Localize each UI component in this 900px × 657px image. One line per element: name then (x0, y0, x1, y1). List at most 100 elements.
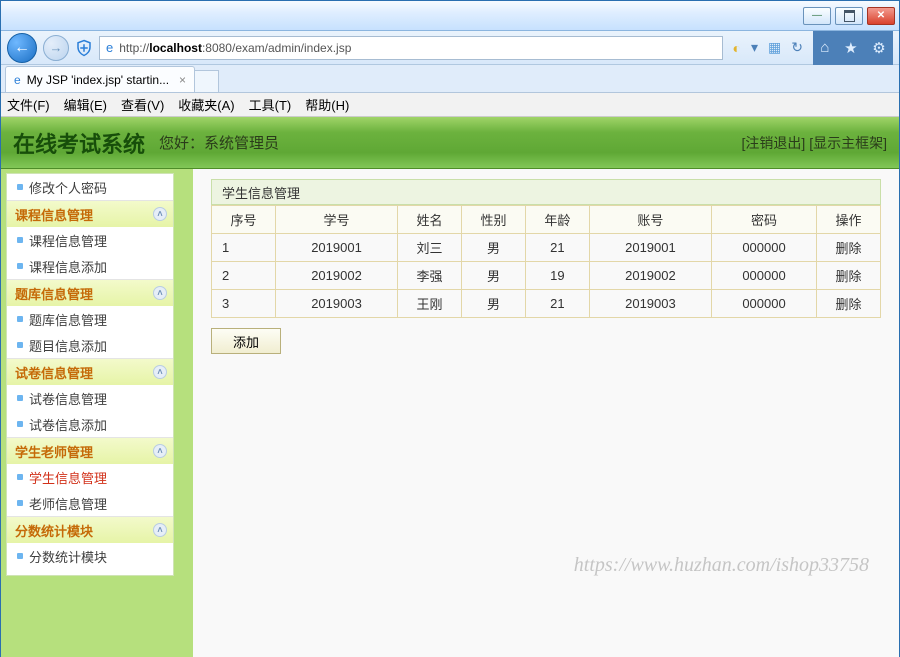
sidebar-group-head[interactable]: 分数统计模块˄ (7, 517, 173, 543)
refresh-icon[interactable]: ↻ (791, 39, 803, 56)
ie-icon: e (106, 40, 113, 55)
table-row: 32019003王刚男212019003000000删除 (212, 290, 881, 318)
tab-strip: e My JSP 'index.jsp' startin... × (1, 65, 899, 93)
tab-close-icon[interactable]: × (179, 73, 186, 87)
favorites-icon[interactable]: ★ (844, 39, 857, 57)
close-button[interactable]: ✕ (867, 7, 895, 25)
app-title: 在线考试系统 (13, 127, 145, 159)
table-cell: 21 (525, 290, 589, 318)
delete-link[interactable]: 删除 (836, 297, 862, 312)
forward-button[interactable]: → (43, 35, 69, 61)
arrow-left-icon: ← (14, 39, 30, 57)
table-header: 密码 (712, 206, 817, 234)
table-cell: 删除 (817, 262, 881, 290)
browser-menubar: 文件(F) 编辑(E) 查看(V) 收藏夹(A) 工具(T) 帮助(H) (1, 93, 899, 117)
tab-title: My JSP 'index.jsp' startin... (27, 73, 169, 87)
table-cell: 李强 (398, 262, 462, 290)
table-cell: 男 (462, 290, 526, 318)
logout-link[interactable]: [注销退出] (742, 135, 806, 151)
back-button[interactable]: ← (7, 33, 37, 63)
table-header: 操作 (817, 206, 881, 234)
table-row: 22019002李强男192019002000000删除 (212, 262, 881, 290)
header-right: [注销退出] [显示主框架] (742, 133, 887, 153)
address-bar[interactable]: e http://localhost:8080/exam/admin/index… (99, 36, 723, 60)
students-table: 序号学号姓名性别年龄账号密码操作 12019001刘三男212019001000… (211, 205, 881, 318)
sidebar-item[interactable]: 分数统计模块 (7, 543, 173, 569)
greeting-text: 您好：系统管理员 (159, 132, 279, 153)
table-row: 12019001刘三男212019001000000删除 (212, 234, 881, 262)
settings-gear-icon[interactable]: ⚙ (872, 39, 885, 57)
arrow-right-icon: → (50, 40, 63, 55)
table-cell: 2019001 (275, 234, 397, 262)
watermark: https://www.huzhan.com/ishop33758 (574, 554, 869, 577)
sidebar-item[interactable]: 学生信息管理 (7, 464, 173, 490)
table-cell: 删除 (817, 290, 881, 318)
sidebar-item[interactable]: 试卷信息管理 (7, 385, 173, 411)
minimize-button[interactable]: — (803, 7, 831, 25)
window-titlebar: — ✕ (1, 1, 899, 31)
menu-item[interactable]: 查看(V) (121, 95, 164, 114)
main-content: 学生信息管理 序号学号姓名性别年龄账号密码操作 12019001刘三男21201… (179, 169, 899, 657)
security-shield-icon[interactable] (75, 39, 93, 57)
table-header: 年龄 (525, 206, 589, 234)
table-header: 序号 (212, 206, 276, 234)
menu-item[interactable]: 编辑(E) (64, 95, 107, 114)
sidebar: 修改个人密码课程信息管理˄课程信息管理课程信息添加题库信息管理˄题库信息管理题目… (1, 169, 179, 657)
delete-link[interactable]: 删除 (836, 241, 862, 256)
sidebar-item[interactable]: 课程信息添加 (7, 253, 173, 279)
table-cell: 刘三 (398, 234, 462, 262)
minimize-icon: — (812, 10, 822, 21)
sidebar-item[interactable]: 试卷信息添加 (7, 411, 173, 437)
sidebar-group-head[interactable]: 题库信息管理˄ (7, 280, 173, 306)
table-header: 账号 (589, 206, 711, 234)
table-cell: 2019003 (589, 290, 711, 318)
chevron-up-icon: ˄ (153, 523, 167, 537)
table-cell: 1 (212, 234, 276, 262)
close-icon: ✕ (877, 10, 885, 21)
browser-tools: ⌂ ★ ⚙ (813, 31, 893, 65)
chevron-up-icon: ˄ (153, 365, 167, 379)
sidebar-item[interactable]: 题目信息添加 (7, 332, 173, 358)
app-root: 在线考试系统 您好：系统管理员 [注销退出] [显示主框架] 修改个人密码课程信… (1, 117, 899, 657)
app-header: 在线考试系统 您好：系统管理员 [注销退出] [显示主框架] (1, 117, 899, 169)
search-icon[interactable]: ▦ (768, 39, 781, 56)
sidebar-group-head[interactable]: 课程信息管理˄ (7, 201, 173, 227)
menu-item[interactable]: 帮助(H) (305, 95, 349, 114)
ie-icon: e (14, 73, 21, 87)
table-cell: 2019003 (275, 290, 397, 318)
table-cell: 2019002 (589, 262, 711, 290)
table-cell: 000000 (712, 262, 817, 290)
delete-link[interactable]: 删除 (836, 269, 862, 284)
chevron-up-icon: ˄ (153, 207, 167, 221)
menu-item[interactable]: 工具(T) (249, 95, 292, 114)
add-button[interactable]: 添加 (211, 328, 281, 354)
table-cell: 19 (525, 262, 589, 290)
table-cell: 2 (212, 262, 276, 290)
sidebar-item[interactable]: 老师信息管理 (7, 490, 173, 516)
chevron-up-icon: ˄ (153, 444, 167, 458)
table-cell: 2019002 (275, 262, 397, 290)
table-cell: 000000 (712, 290, 817, 318)
menu-item[interactable]: 收藏夹(A) (178, 95, 234, 114)
table-cell: 删除 (817, 234, 881, 262)
home-icon[interactable]: ⌂ (820, 39, 829, 56)
url-text: http://localhost:8080/exam/admin/index.j… (119, 41, 351, 55)
show-frame-link[interactable]: [显示主框架] (809, 135, 887, 151)
sidebar-item[interactable]: 题库信息管理 (7, 306, 173, 332)
table-header: 学号 (275, 206, 397, 234)
maximize-button[interactable] (835, 7, 863, 25)
table-cell: 男 (462, 234, 526, 262)
new-tab-button[interactable] (195, 70, 219, 92)
table-cell: 21 (525, 234, 589, 262)
table-cell: 男 (462, 262, 526, 290)
menu-item[interactable]: 文件(F) (7, 95, 50, 114)
chevron-up-icon: ˄ (153, 286, 167, 300)
browser-tab[interactable]: e My JSP 'index.jsp' startin... × (5, 66, 195, 92)
dropdown-icon[interactable]: ▾ (751, 39, 758, 56)
compat-icon[interactable]: ◐ (733, 40, 741, 56)
sidebar-group-head[interactable]: 试卷信息管理˄ (7, 359, 173, 385)
table-cell: 2019001 (589, 234, 711, 262)
sidebar-item[interactable]: 修改个人密码 (7, 174, 173, 200)
sidebar-group-head[interactable]: 学生老师管理˄ (7, 438, 173, 464)
sidebar-item[interactable]: 课程信息管理 (7, 227, 173, 253)
